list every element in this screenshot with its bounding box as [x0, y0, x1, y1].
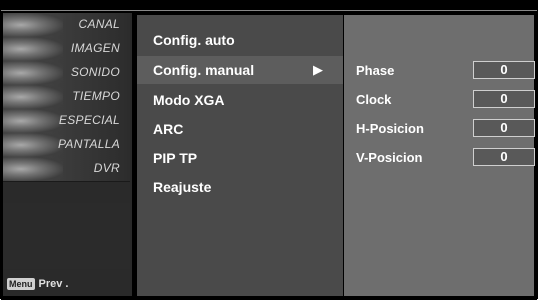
submenu-row-label: Clock — [356, 92, 392, 107]
submenu-row-v-posicion[interactable]: V-Posicion 0 — [344, 146, 535, 170]
sound-thumbnail-icon — [3, 61, 63, 85]
arrow-right-icon: ▶ — [313, 62, 323, 77]
h-posicion-value-field[interactable]: 0 — [473, 119, 535, 137]
sidebar-item-label: DVR — [93, 161, 120, 175]
menu-item-label: Reajuste — [153, 179, 212, 195]
setup-menu-panel: Config. auto Config. manual ▶ Modo XGA A… — [137, 15, 343, 296]
picture-thumbnail-icon — [3, 37, 63, 61]
sidebar-item-canal[interactable]: CANAL — [3, 13, 130, 38]
menu-key-icon: Menu — [7, 278, 35, 290]
menu-item-label: Config. manual — [153, 62, 255, 78]
sidebar-item-especial[interactable]: ESPECIAL — [3, 109, 130, 134]
disc-thumbnail-icon — [3, 157, 63, 181]
clock-thumbnail-icon — [3, 85, 63, 109]
sidebar-item-label: IMAGEN — [70, 41, 120, 55]
manual-config-submenu: Phase 0 Clock 0 H-Posicion 0 V-Posicion … — [344, 15, 535, 296]
menu-item-arc[interactable]: ARC — [137, 115, 343, 143]
sidebar-item-sonido[interactable]: SONIDO — [3, 61, 130, 86]
sidebar-empty-area — [3, 203, 130, 269]
sidebar-item-label: PANTALLA — [58, 137, 120, 151]
menu-item-label: Modo XGA — [153, 92, 225, 108]
sidebar-footer: Menu Prev . — [7, 277, 68, 291]
sidebar-item-imagen[interactable]: IMAGEN — [3, 37, 130, 62]
sidebar-item-label: SONIDO — [70, 65, 120, 79]
menu-item-config-manual[interactable]: Config. manual ▶ — [137, 56, 343, 84]
sidebar-item-label: ESPECIAL — [58, 113, 120, 127]
sidebar-item-label: CANAL — [78, 17, 120, 31]
menu-item-modo-xga[interactable]: Modo XGA — [137, 86, 343, 114]
phase-value-field[interactable]: 0 — [473, 61, 535, 79]
menu-item-label: PIP TP — [153, 150, 198, 166]
v-posicion-value-field[interactable]: 0 — [473, 148, 535, 166]
clock-value-field[interactable]: 0 — [473, 90, 535, 108]
menu-item-label: ARC — [153, 121, 184, 137]
prev-label: Prev . — [38, 278, 69, 290]
submenu-row-label: Phase — [356, 63, 395, 78]
special-thumbnail-icon — [3, 109, 63, 133]
sidebar-item-pantalla[interactable]: PANTALLA — [3, 133, 130, 158]
submenu-row-h-posicion[interactable]: H-Posicion 0 — [344, 117, 535, 141]
channel-thumbnail-icon — [3, 13, 63, 37]
submenu-row-phase[interactable]: Phase 0 — [344, 59, 535, 83]
menu-item-reajuste[interactable]: Reajuste — [137, 173, 343, 201]
submenu-row-label: V-Posicion — [356, 150, 423, 165]
sidebar-item-dvr[interactable]: DVR — [3, 157, 130, 182]
tv-osd-screen: CANAL IMAGEN SONIDO TIEMPO ESPECIAL PANT… — [0, 0, 538, 300]
menu-item-label: Config. auto — [153, 32, 235, 48]
menu-item-pip-tp[interactable]: PIP TP — [137, 144, 343, 172]
submenu-row-label: H-Posicion — [356, 121, 424, 136]
menu-item-config-auto[interactable]: Config. auto — [137, 26, 343, 54]
screen-thumbnail-icon — [3, 133, 63, 157]
category-sidebar: CANAL IMAGEN SONIDO TIEMPO ESPECIAL PANT… — [3, 13, 132, 296]
sidebar-item-label: TIEMPO — [72, 89, 120, 103]
submenu-row-clock[interactable]: Clock 0 — [344, 88, 535, 112]
sidebar-item-tiempo[interactable]: TIEMPO — [3, 85, 130, 110]
